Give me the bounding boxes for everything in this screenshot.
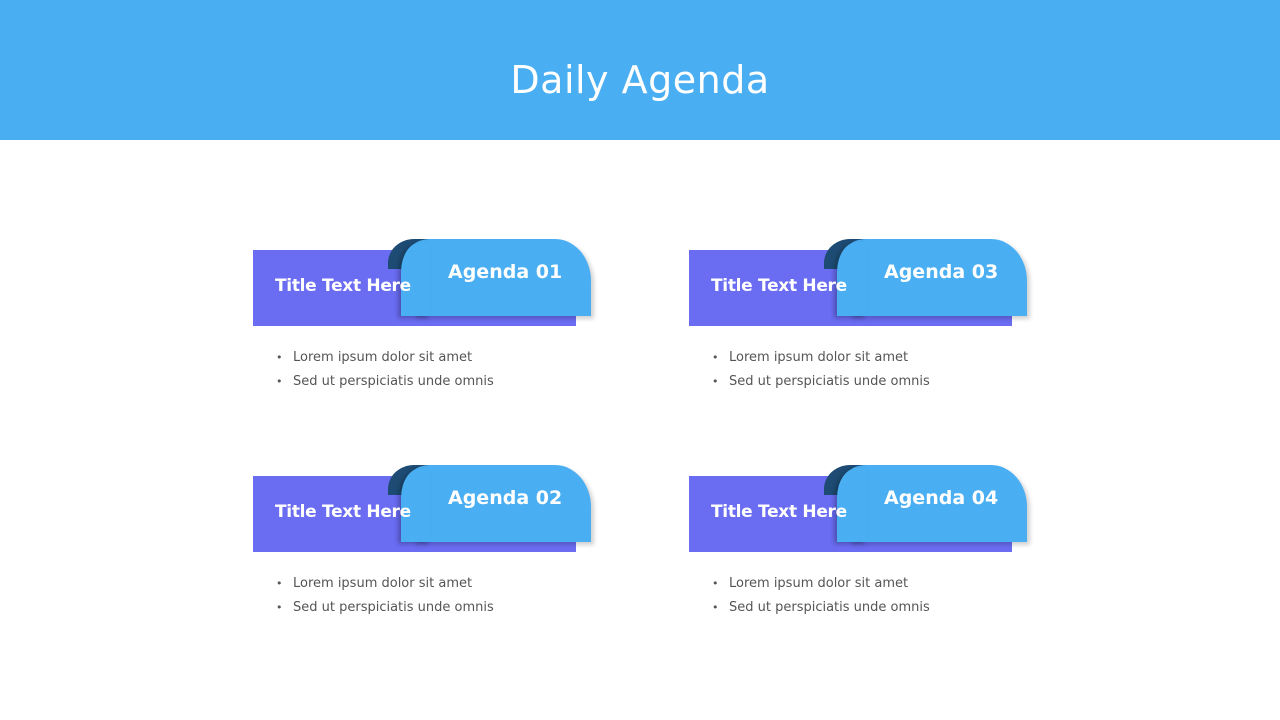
bullet-text: Lorem ipsum dolor sit amet — [293, 576, 473, 591]
bullet-list: • Lorem ipsum dolor sit amet • Sed ut pers… — [709, 346, 930, 394]
bullet-text: Sed ut perspiciatis unde omnis — [293, 600, 494, 615]
page-title: Daily Agenda — [510, 58, 770, 102]
bullet-item: • Sed ut perspiciatis unde omnis — [709, 596, 930, 620]
agenda-label: Agenda 01 — [448, 261, 563, 283]
agenda-card-01: Title Text Here Agenda 01 • Lorem ipsum d… — [253, 238, 593, 408]
bullet-item: • Lorem ipsum dolor sit amet — [709, 572, 930, 596]
bullet-icon: • — [712, 375, 719, 388]
bullet-list: • Lorem ipsum dolor sit amet • Sed ut pers… — [709, 572, 930, 620]
bullet-item: • Sed ut perspiciatis unde omnis — [273, 370, 494, 394]
agenda-card-04: Title Text Here Agenda 04 • Lorem ipsum d… — [689, 464, 1029, 634]
bullet-icon: • — [712, 351, 719, 364]
bullet-icon: • — [276, 375, 283, 388]
agenda-label: Agenda 03 — [884, 261, 999, 283]
bullet-icon: • — [276, 577, 283, 590]
agenda-card-02: Title Text Here Agenda 02 • Lorem ipsum d… — [253, 464, 593, 634]
bullet-list: • Lorem ipsum dolor sit amet • Sed ut pers… — [273, 346, 494, 394]
bullet-item: • Lorem ipsum dolor sit amet — [273, 346, 494, 370]
bullet-text: Lorem ipsum dolor sit amet — [729, 576, 909, 591]
agenda-card-03: Title Text Here Agenda 03 • Lorem ipsum d… — [689, 238, 1029, 408]
bullet-text: Lorem ipsum dolor sit amet — [293, 350, 473, 365]
bullet-list: • Lorem ipsum dolor sit amet • Sed ut pers… — [273, 572, 494, 620]
bullet-item: • Sed ut perspiciatis unde omnis — [709, 370, 930, 394]
bullet-icon: • — [276, 351, 283, 364]
bullet-icon: • — [276, 601, 283, 614]
bullet-text: Lorem ipsum dolor sit amet — [729, 350, 909, 365]
bullet-icon: • — [712, 601, 719, 614]
card-title: Title Text Here — [711, 502, 847, 522]
bullet-text: Sed ut perspiciatis unde omnis — [729, 374, 930, 389]
bullet-item: • Lorem ipsum dolor sit amet — [273, 572, 494, 596]
bullet-item: • Lorem ipsum dolor sit amet — [709, 346, 930, 370]
card-title: Title Text Here — [711, 276, 847, 296]
card-title: Title Text Here — [275, 502, 411, 522]
bullet-item: • Sed ut perspiciatis unde omnis — [273, 596, 494, 620]
agenda-label: Agenda 02 — [448, 487, 563, 509]
bullet-icon: • — [712, 577, 719, 590]
bullet-text: Sed ut perspiciatis unde omnis — [729, 600, 930, 615]
agenda-label: Agenda 04 — [884, 487, 999, 509]
card-title: Title Text Here — [275, 276, 411, 296]
bullet-text: Sed ut perspiciatis unde omnis — [293, 374, 494, 389]
header-banner: Daily Agenda — [0, 0, 1280, 140]
